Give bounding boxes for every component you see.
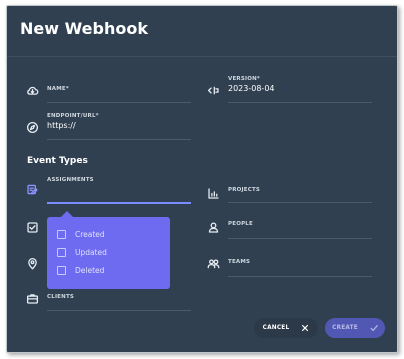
name-label: NAME* <box>47 86 69 92</box>
option-created[interactable]: Created <box>57 228 105 240</box>
team-icon <box>206 256 220 270</box>
title-divider <box>7 56 397 57</box>
clients-select[interactable] <box>47 310 191 311</box>
name-underline <box>47 102 191 103</box>
create-label: CREATE <box>332 325 358 331</box>
assignment-edit-icon <box>25 182 39 196</box>
created-checkbox[interactable] <box>57 229 66 239</box>
endpoint-label: ENDPOINT/URL* <box>47 113 99 119</box>
close-icon <box>302 325 309 331</box>
projects-label: PROJECTS <box>228 187 261 193</box>
people-select[interactable] <box>228 238 372 239</box>
deleted-checkbox[interactable] <box>57 265 66 275</box>
clients-label: CLIENTS <box>47 294 75 300</box>
option-deleted[interactable]: Deleted <box>57 264 104 276</box>
teams-label: TEAMS <box>228 259 251 265</box>
compass-icon <box>25 120 39 134</box>
new-webhook-dialog: New Webhook NAME* VERSION* 2023-08-04 EN… <box>6 5 398 353</box>
person-icon <box>206 220 220 234</box>
create-button[interactable]: CREATE <box>325 318 385 338</box>
assignments-label: ASSIGNMENTS <box>47 177 94 183</box>
bar-chart-icon <box>206 186 220 200</box>
code-tag-icon <box>206 83 220 97</box>
assignments-select[interactable] <box>47 202 191 204</box>
version-underline <box>228 102 372 103</box>
event-types-heading: Event Types <box>27 156 88 166</box>
projects-select[interactable] <box>228 202 372 203</box>
option-updated[interactable]: Updated <box>57 246 107 258</box>
check-icon <box>370 325 378 332</box>
cloud-icon <box>25 83 39 97</box>
assignments-dropdown: Created Updated Deleted <box>47 211 170 289</box>
briefcase-icon <box>25 291 39 305</box>
dialog-title: New Webhook <box>20 19 148 38</box>
endpoint-input[interactable]: https:// <box>47 121 76 130</box>
checkbox-icon <box>25 220 39 234</box>
people-label: PEOPLE <box>228 221 253 227</box>
cancel-button[interactable]: CANCEL <box>254 318 318 338</box>
updated-checkbox[interactable] <box>57 247 66 257</box>
location-pin-icon <box>25 256 39 270</box>
version-label: VERSION* <box>228 76 261 82</box>
option-label: Updated <box>75 247 107 257</box>
option-label: Deleted <box>75 265 105 275</box>
endpoint-underline <box>47 139 191 140</box>
teams-select[interactable] <box>228 276 372 277</box>
option-label: Created <box>75 229 105 239</box>
version-input[interactable]: 2023-08-04 <box>228 84 275 93</box>
cancel-label: CANCEL <box>262 325 290 331</box>
